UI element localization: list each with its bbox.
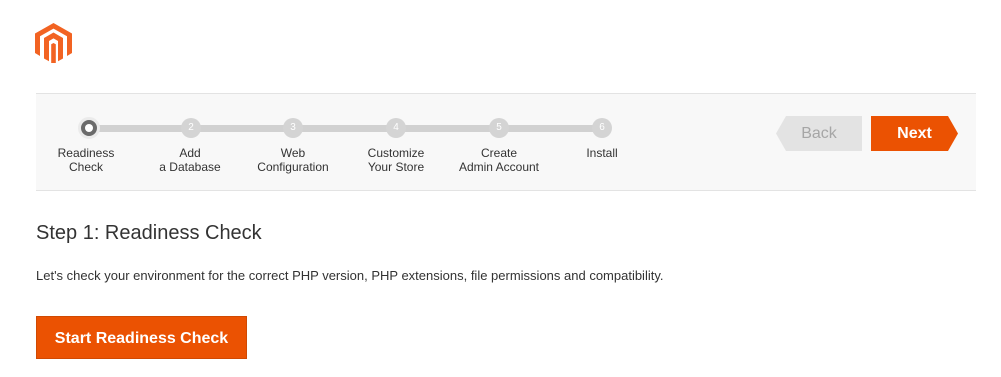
next-button[interactable]: Next: [871, 116, 958, 151]
step-2-label: Add a Database: [159, 146, 221, 174]
page-title: Step 1: Readiness Check: [36, 222, 262, 244]
step-1-label: Readiness Check: [57, 146, 115, 174]
back-button[interactable]: Back: [776, 116, 862, 151]
step-5-marker: 5: [489, 118, 509, 138]
step-6-marker: 6: [592, 118, 612, 138]
step-5-label: Create Admin Account: [458, 146, 540, 174]
step-4-marker: 4: [386, 118, 406, 138]
step-1-marker: 1: [78, 117, 100, 139]
progress-track: [89, 125, 601, 132]
step-3-marker: 3: [283, 118, 303, 138]
step-3-label: Web Configuration: [257, 146, 329, 174]
step-6-label: Install: [586, 146, 618, 160]
step-description: Let's check your environment for the cor…: [36, 268, 664, 283]
start-readiness-check-button[interactable]: Start Readiness Check: [36, 316, 247, 359]
step-4-label: Customize Your Store: [367, 146, 425, 174]
magento-logo-icon: [35, 23, 72, 63]
step-2-marker: 2: [181, 118, 201, 138]
installation-steps-bar: 1 2 3 4 5 6 Readiness Check Add a Databa…: [36, 93, 976, 191]
